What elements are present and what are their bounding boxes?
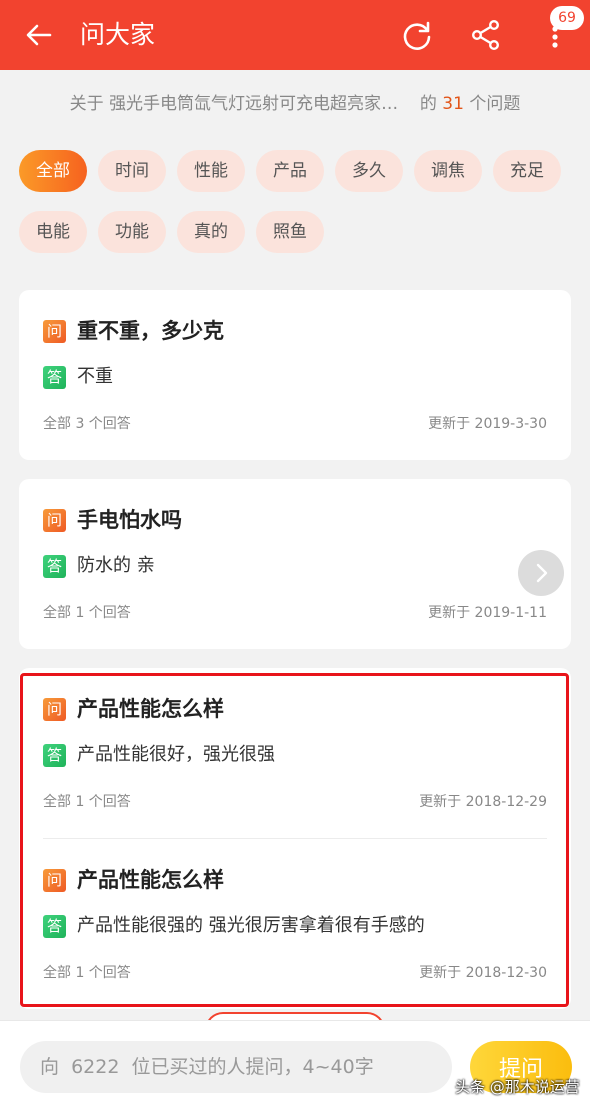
tag-product[interactable]: 产品: [256, 150, 324, 192]
answer-text: 不重: [77, 366, 113, 387]
question-count: 31: [442, 94, 464, 114]
watermark: 头条 @那木说运营: [455, 1078, 580, 1096]
answer-text: 防水的 亲: [77, 555, 155, 576]
product-name: 强光手电筒氙气灯远射可充电超亮家用户外: [109, 94, 410, 114]
question-card[interactable]: 问 重不重，多少克 答 不重 全部 3 个回答 更新于 2019-3-30: [19, 290, 571, 460]
answer-badge: 答: [43, 366, 66, 389]
next-button[interactable]: [518, 550, 564, 596]
tag-focus[interactable]: 调焦: [414, 150, 482, 192]
chevron-right-icon: [536, 563, 548, 583]
question-summary: 关于 强光手电筒氙气灯远射可充电超亮家用户外 的 31 个问题: [0, 90, 590, 118]
updated-date: 更新于 2018-12-29: [419, 794, 547, 810]
filter-tags: 全部 时间 性能 产品 多久 调焦 充足 电能 功能 真的 照鱼: [19, 150, 579, 253]
ask-question-input[interactable]: [20, 1041, 452, 1093]
question-badge: 问: [43, 509, 66, 532]
tag-sufficient[interactable]: 充足: [493, 150, 561, 192]
tag-genuine[interactable]: 真的: [177, 211, 245, 253]
answer-badge: 答: [43, 915, 66, 938]
tag-performance[interactable]: 性能: [177, 150, 245, 192]
answer-badge: 答: [43, 555, 66, 578]
summary-middle: 的: [419, 94, 437, 114]
answer-text: 产品性能很好，强光很强: [77, 744, 275, 765]
updated-date: 更新于 2019-3-30: [428, 416, 547, 432]
question-badge: 问: [43, 698, 66, 721]
refresh-icon[interactable]: [400, 18, 434, 52]
question-item[interactable]: 问 手电怕水吗 答 防水的 亲 全部 1 个回答 更新于 2019-1-11: [19, 479, 571, 649]
question-item[interactable]: 问 重不重，多少克 答 不重 全部 3 个回答 更新于 2019-3-30: [19, 290, 571, 460]
answer-count: 全部 1 个回答: [43, 605, 131, 621]
tag-all[interactable]: 全部: [19, 150, 87, 192]
question-text: 产品性能怎么样: [77, 697, 224, 721]
tag-function[interactable]: 功能: [98, 211, 166, 253]
question-text: 手电怕水吗: [77, 508, 182, 532]
answer-badge: 答: [43, 744, 66, 767]
question-text: 重不重，多少克: [77, 319, 224, 343]
answer-count: 全部 1 个回答: [43, 794, 131, 810]
answer-text: 产品性能很强的 强光很厉害拿着很有手感的: [77, 915, 425, 936]
question-badge: 问: [43, 320, 66, 343]
question-text: 产品性能怎么样: [77, 868, 224, 892]
summary-prefix: 关于: [69, 94, 104, 114]
tag-fishing-light[interactable]: 照鱼: [256, 211, 324, 253]
updated-date: 更新于 2018-12-30: [419, 965, 547, 981]
summary-suffix: 个问题: [469, 94, 521, 114]
question-item[interactable]: 问 产品性能怎么样 答 产品性能很好，强光很强 全部 1 个回答 更新于 201…: [19, 668, 571, 838]
tag-how-long[interactable]: 多久: [335, 150, 403, 192]
top-bar: 问大家 69: [0, 0, 590, 70]
answer-count: 全部 3 个回答: [43, 416, 131, 432]
back-arrow-icon[interactable]: [24, 20, 54, 50]
question-card[interactable]: 问 产品性能怎么样 答 产品性能很好，强光很强 全部 1 个回答 更新于 201…: [19, 668, 571, 1009]
tag-power[interactable]: 电能: [19, 211, 87, 253]
notification-badge: 69: [550, 6, 584, 30]
tag-time[interactable]: 时间: [98, 150, 166, 192]
updated-date: 更新于 2019-1-11: [428, 605, 547, 621]
question-badge: 问: [43, 869, 66, 892]
share-icon[interactable]: [470, 19, 502, 51]
question-card[interactable]: 问 手电怕水吗 答 防水的 亲 全部 1 个回答 更新于 2019-1-11: [19, 479, 571, 649]
page-title: 问大家: [80, 20, 156, 49]
answer-count: 全部 1 个回答: [43, 965, 131, 981]
question-item[interactable]: 问 产品性能怎么样 答 产品性能很强的 强光很厉害拿着很有手感的 全部 1 个回…: [19, 839, 571, 1009]
